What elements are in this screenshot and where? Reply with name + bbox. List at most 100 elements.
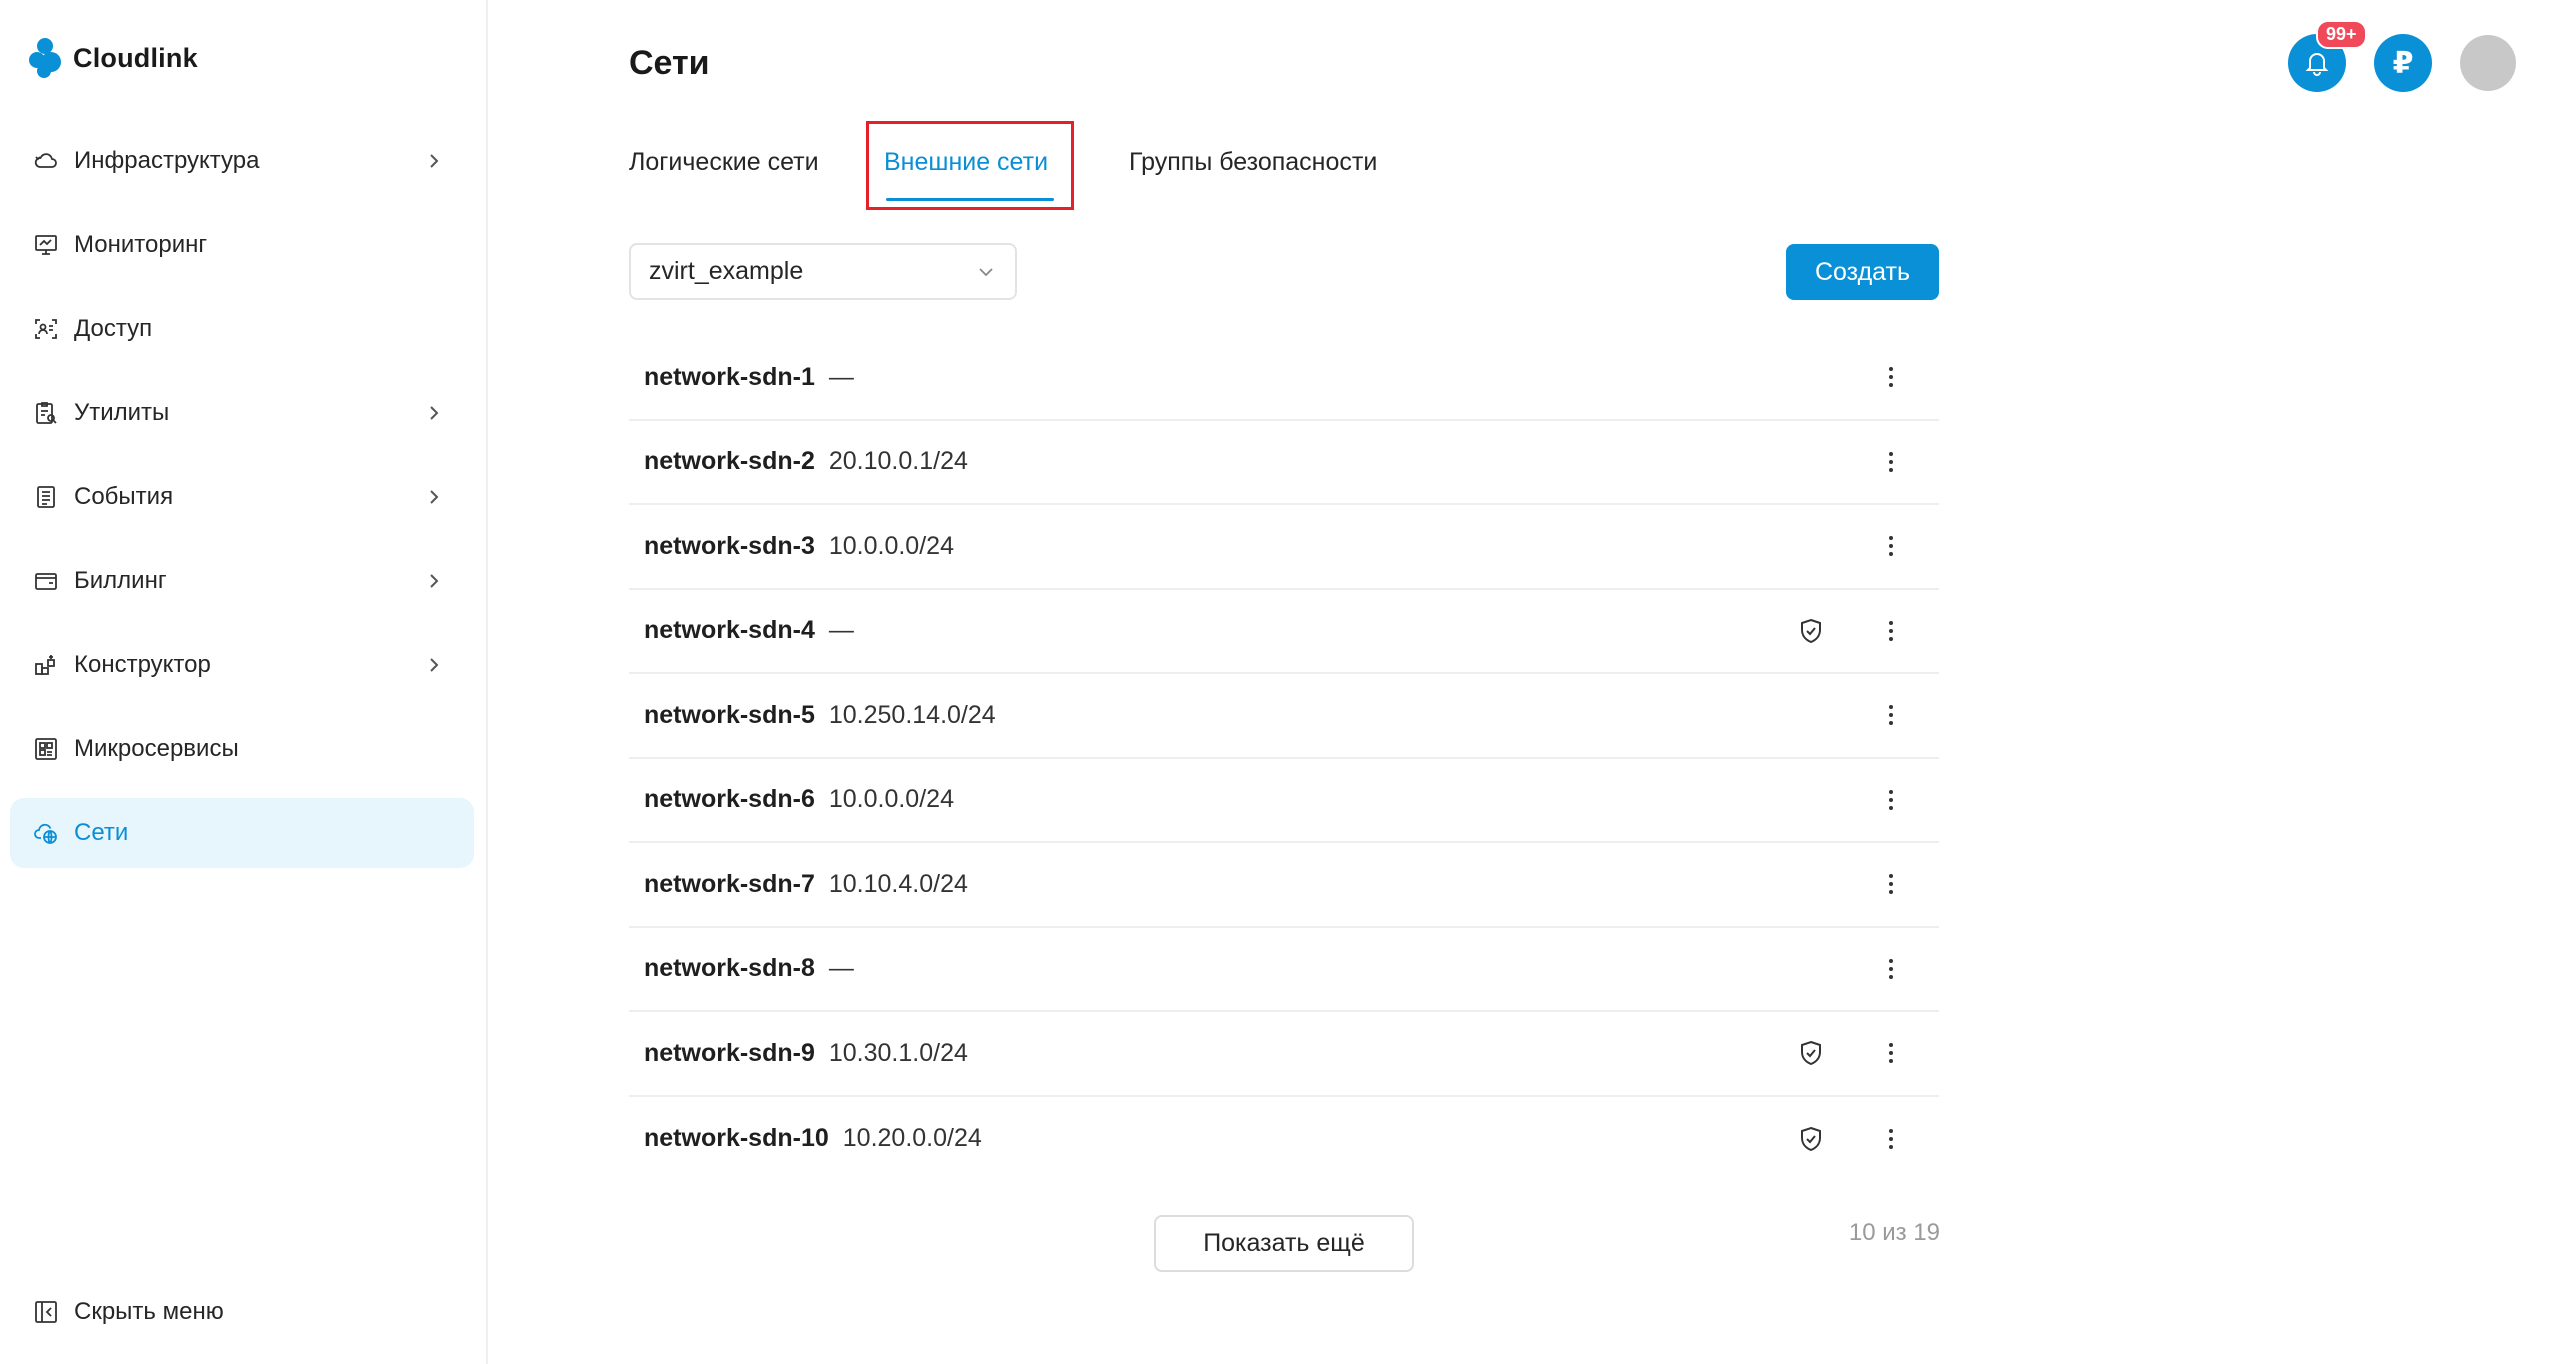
more-vertical-icon[interactable] <box>1881 701 1901 729</box>
cloud-network-icon <box>32 819 60 847</box>
table-row[interactable]: network-sdn-10 10.20.0.0/24 <box>629 1097 1939 1182</box>
network-cidr: — <box>828 362 854 391</box>
active-tab-indicator <box>886 198 1054 201</box>
document-list-icon <box>32 483 60 511</box>
network-name: network-sdn-5 <box>644 700 815 729</box>
sidebar-item-label: Сети <box>74 819 129 846</box>
clipboard-icon <box>32 399 60 427</box>
shield-check-icon <box>1801 1041 1821 1066</box>
tab-highlight-frame <box>866 121 1074 210</box>
sidebar-item-label: Инфраструктура <box>74 147 260 174</box>
bell-icon <box>2305 53 2329 76</box>
network-cidr: — <box>828 954 854 983</box>
chevron-right-icon <box>430 490 439 504</box>
table-row[interactable]: network-sdn-9 10.30.1.0/24 <box>629 1012 1939 1097</box>
table-row[interactable]: network-sdn-8 — <box>629 928 1939 1012</box>
more-vertical-icon[interactable] <box>1881 532 1901 560</box>
sidebar-item-networks[interactable]: Сети <box>10 798 474 868</box>
network-cidr: 10.250.14.0/24 <box>828 700 996 729</box>
more-vertical-icon[interactable] <box>1881 617 1901 645</box>
sidebar-item-label: Утилиты <box>74 399 170 426</box>
more-vertical-icon[interactable] <box>1881 870 1901 898</box>
network-cidr: 10.10.4.0/24 <box>828 869 968 898</box>
table-row[interactable]: network-sdn-7 10.10.4.0/24 <box>629 843 1939 928</box>
more-vertical-icon[interactable] <box>1881 448 1901 476</box>
create-button[interactable]: Создать <box>1786 244 1939 300</box>
cluster-select-value: zvirt_example <box>649 257 804 285</box>
table-row[interactable]: network-sdn-1 — <box>629 336 1939 421</box>
hide-menu-button[interactable]: Скрыть меню <box>32 1298 224 1326</box>
more-vertical-icon[interactable] <box>1881 786 1901 814</box>
sidebar-nav: Инфраструктура Мониторинг Доступ Утилиты <box>10 126 474 882</box>
sidebar-item-label: Микросервисы <box>74 735 239 762</box>
network-cidr: 10.30.1.0/24 <box>828 1038 968 1067</box>
cloudlink-logo-icon <box>29 38 63 78</box>
table-row[interactable]: network-sdn-2 20.10.0.1/24 <box>629 421 1939 505</box>
network-cidr: 20.10.0.1/24 <box>828 447 968 476</box>
sidebar: Cloudlink Инфраструктура Мониторинг Дост… <box>0 0 488 1364</box>
more-vertical-icon[interactable] <box>1881 1039 1901 1067</box>
sidebar-item-label: События <box>74 483 174 510</box>
sidebar-item-microservices[interactable]: Микросервисы <box>10 714 474 784</box>
more-vertical-icon[interactable] <box>1881 1125 1901 1153</box>
wallet-icon <box>32 567 60 595</box>
sidebar-item-label: Конструктор <box>74 651 211 678</box>
grid-icon <box>32 735 60 763</box>
network-cidr: 10.0.0.0/24 <box>828 531 954 560</box>
pagination-info: 10 из 19 <box>1848 1219 1940 1246</box>
access-icon <box>32 315 60 343</box>
sidebar-item-label: Биллинг <box>74 567 167 594</box>
sidebar-item-events[interactable]: События <box>10 462 474 532</box>
sidebar-item-billing[interactable]: Биллинг <box>10 546 474 616</box>
chevron-right-icon <box>430 574 439 588</box>
monitor-icon <box>32 231 60 259</box>
tab-logical-networks[interactable]: Логические сети <box>629 120 867 210</box>
sidebar-item-access[interactable]: Доступ <box>10 294 474 364</box>
network-cidr: 10.20.0.0/24 <box>842 1124 982 1153</box>
page-title: Сети <box>629 44 710 82</box>
hide-menu-label: Скрыть меню <box>74 1298 224 1325</box>
table-row[interactable]: network-sdn-4 — <box>629 590 1939 674</box>
avatar[interactable] <box>2460 35 2516 91</box>
sidebar-item-label: Мониторинг <box>74 231 208 258</box>
collapse-sidebar-icon <box>32 1298 60 1326</box>
chevron-right-icon <box>430 406 439 420</box>
cloud-sync-icon <box>32 147 60 175</box>
network-cidr: — <box>828 616 854 645</box>
table-row[interactable]: network-sdn-5 10.250.14.0/24 <box>629 674 1939 759</box>
notifications-button[interactable]: 99+ <box>2288 20 2367 92</box>
app-name: Cloudlink <box>73 42 198 73</box>
sidebar-item-label: Доступ <box>74 315 153 342</box>
network-name: network-sdn-7 <box>644 869 815 898</box>
show-more-button[interactable]: Показать ещё <box>1154 1215 1414 1272</box>
logo[interactable]: Cloudlink <box>29 38 198 78</box>
shield-check-icon <box>1801 1126 1821 1151</box>
network-name: network-sdn-2 <box>644 447 815 476</box>
top-bar-actions: 99+ ₽ <box>2288 20 2516 92</box>
cluster-select[interactable]: zvirt_example <box>629 243 1017 300</box>
tab-security-groups[interactable]: Группы безопасности <box>1129 120 1377 210</box>
balance-button[interactable]: ₽ <box>2374 34 2432 92</box>
chevron-right-icon <box>430 154 439 168</box>
notifications-badge: 99+ <box>2316 20 2367 49</box>
network-name: network-sdn-6 <box>644 785 815 814</box>
more-vertical-icon[interactable] <box>1881 955 1901 983</box>
table-row[interactable]: network-sdn-3 10.0.0.0/24 <box>629 505 1939 590</box>
network-name: network-sdn-3 <box>644 531 815 560</box>
ruble-icon: ₽ <box>2392 46 2414 80</box>
network-name: network-sdn-9 <box>644 1038 815 1067</box>
chevron-right-icon <box>430 658 439 672</box>
chevron-down-icon <box>979 267 993 276</box>
table-row[interactable]: network-sdn-6 10.0.0.0/24 <box>629 759 1939 843</box>
sidebar-item-constructor[interactable]: Конструктор <box>10 630 474 700</box>
sidebar-item-infrastructure[interactable]: Инфраструктура <box>10 126 474 196</box>
sidebar-item-monitoring[interactable]: Мониторинг <box>10 210 474 280</box>
network-name: network-sdn-8 <box>644 954 815 983</box>
more-vertical-icon[interactable] <box>1881 363 1901 391</box>
network-cidr: 10.0.0.0/24 <box>828 785 954 814</box>
network-name: network-sdn-10 <box>644 1124 829 1153</box>
shield-check-icon <box>1801 618 1821 643</box>
sidebar-item-utilities[interactable]: Утилиты <box>10 378 474 448</box>
network-name: network-sdn-1 <box>644 362 815 391</box>
network-list: network-sdn-1— network-sdn-2 20.10.0.1/24 n… <box>629 336 1939 1181</box>
